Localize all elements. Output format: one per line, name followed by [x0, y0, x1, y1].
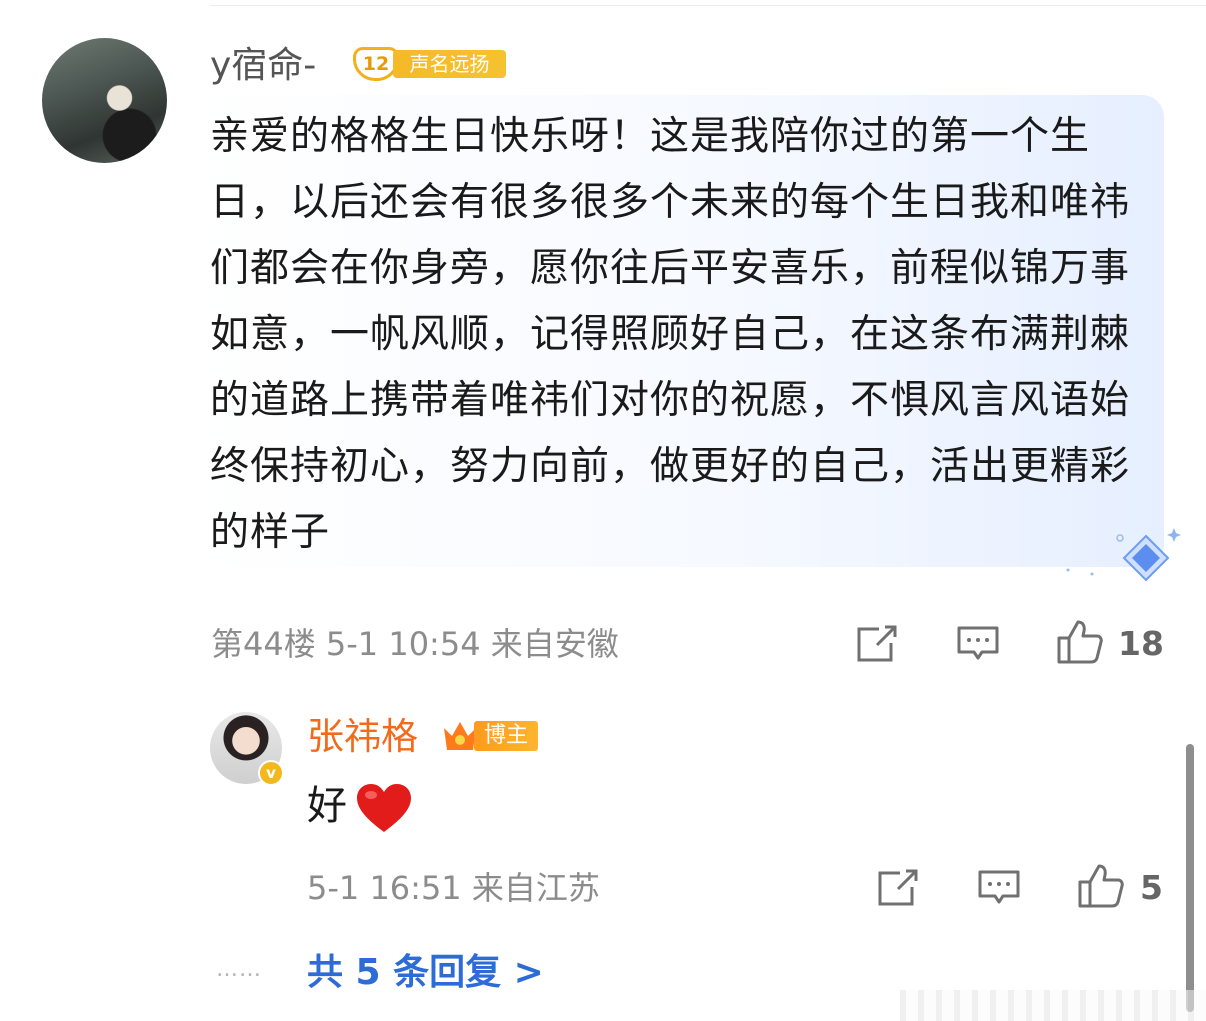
more-replies-link[interactable]: 共 5 条回复 >	[307, 949, 544, 997]
reply-share-icon[interactable]	[876, 868, 920, 908]
like-count: 18	[1118, 624, 1164, 663]
more-dots: ……	[216, 957, 262, 982]
comment-username[interactable]: y宿命-	[210, 44, 316, 88]
avatar[interactable]	[42, 38, 167, 163]
reply-comment-icon[interactable]	[977, 868, 1021, 908]
reply-username[interactable]: 张祎格	[307, 713, 418, 761]
top-divider	[210, 5, 1206, 6]
share-icon[interactable]	[855, 624, 899, 664]
like-icon[interactable]	[1056, 618, 1104, 666]
level-badge-label: 声名远扬	[393, 50, 506, 78]
reply-like-count: 5	[1140, 868, 1163, 907]
comment-meta: 第44楼 5-1 10:54 来自安徽	[211, 625, 619, 663]
blogger-badge-label: 博主	[474, 721, 538, 751]
comment-icon[interactable]	[956, 624, 1000, 664]
scrollbar[interactable]	[1186, 744, 1194, 1012]
reply-text[interactable]: 好	[307, 780, 347, 832]
reply-like-icon[interactable]	[1077, 862, 1125, 910]
comment-text[interactable]: 亲爱的格格生日快乐呀！这是我陪你过的第一个生日，以后还会有很多很多个未来的每个生…	[210, 104, 1155, 566]
red-heart-icon	[357, 784, 411, 832]
bubble-diamond-icon	[1066, 528, 1181, 582]
blogger-badge[interactable]: 博主	[440, 716, 538, 756]
level-badge[interactable]: 12 声名远扬	[353, 47, 506, 81]
bottom-fade	[900, 990, 1206, 1021]
verified-icon: v	[258, 760, 284, 786]
reply-meta: 5-1 16:51 来自江苏	[307, 869, 600, 907]
